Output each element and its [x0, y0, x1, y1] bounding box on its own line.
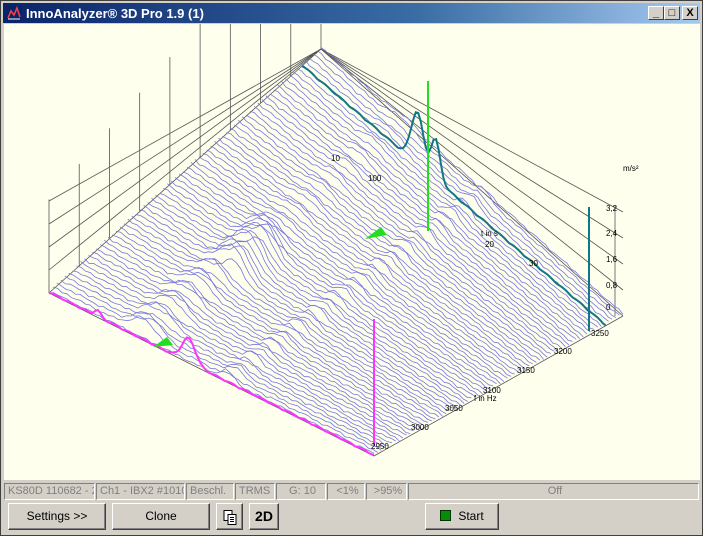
waterfall-line — [76, 265, 400, 442]
waterfall-line — [167, 183, 483, 394]
waterfall-plot[interactable]: m/s² 3,2 2,4 1,6 0,8 0 t in s 10 100 20 30 f in Hz 2… — [4, 0, 700, 480]
waterfall-canvas: m/s² 3,2 2,4 1,6 0,8 0 t in s 10 100 20 30 f in Hz 2… — [48, 0, 639, 457]
waterfall-line — [60, 279, 386, 449]
status-low-threshold: <1% — [327, 483, 365, 500]
analyzer-app-icon — [6, 5, 22, 21]
status-channel: Ch1 - IBX2 #1010 — [96, 483, 185, 500]
window-title: InnoAnalyzer® 3D Pro 1.9 (1) — [26, 6, 204, 21]
amplitude-unit-label: m/s² — [623, 164, 639, 173]
clone-button[interactable]: Clone — [112, 503, 210, 530]
waterfall-line — [64, 275, 389, 447]
amplitude-tick-label: 2,4 — [606, 229, 618, 238]
waterfall-line — [316, 50, 620, 316]
status-mode: Beschl. — [186, 483, 234, 500]
wall-grid-line — [320, 48, 624, 265]
waterfall-line — [72, 270, 396, 442]
waterfall-line — [312, 53, 617, 318]
frequency-tick-label: 3000 — [411, 423, 429, 432]
waterfall-line — [139, 209, 458, 408]
wall-grid-line — [320, 48, 624, 291]
start-button[interactable]: Start — [425, 503, 499, 530]
waterfall-line — [151, 197, 468, 402]
waterfall-line — [206, 149, 519, 373]
waterfall-line — [245, 114, 555, 352]
waterfall-line — [285, 78, 591, 333]
waterfall-line — [265, 95, 573, 342]
time-tick-label: 10 — [331, 154, 340, 163]
amplitude-tick-label: 0,8 — [606, 281, 618, 290]
frequency-tick-label: 2950 — [371, 442, 389, 451]
close-button[interactable]: X — [682, 6, 698, 20]
amplitude-tick-label: 3,2 — [606, 204, 618, 213]
app-window: InnoAnalyzer® 3D Pro 1.9 (1) _ □ X m/s² 3… — [0, 0, 703, 536]
status-high-threshold: >95% — [366, 483, 407, 500]
frequency-tick-label: 3200 — [554, 347, 572, 356]
waterfall-line — [147, 202, 465, 404]
status-trigger: Off — [408, 483, 699, 500]
waterfall-line — [84, 258, 407, 436]
wall-edge — [320, 48, 624, 317]
copy-button[interactable] — [216, 503, 243, 530]
waterfall-line — [143, 204, 461, 406]
view-2d-button[interactable]: 2D — [249, 503, 279, 530]
wall-grid-line — [48, 48, 322, 271]
minimize-button[interactable]: _ — [648, 6, 664, 20]
status-gain: G: 10 — [276, 483, 326, 500]
amplitude-tick-label: 0 — [606, 303, 611, 312]
waterfall-line — [237, 119, 548, 358]
waterfall-line — [261, 99, 570, 346]
waterfall-line — [88, 255, 411, 434]
time-tick-label: 100 — [368, 174, 382, 183]
frequency-axis-label: f in Hz — [474, 394, 497, 403]
frequency-tick-label: 3050 — [445, 404, 463, 413]
waterfall-line — [308, 57, 613, 320]
waterfall-line — [281, 81, 588, 335]
waterfall-line — [178, 173, 494, 387]
title-bar[interactable]: InnoAnalyzer® 3D Pro 1.9 (1) _ □ X — [3, 3, 700, 23]
waterfall-line — [135, 214, 454, 409]
start-button-label: Start — [458, 509, 484, 523]
frequency-tick-label: 3100 — [483, 386, 501, 395]
frequency-tick-label: 3250 — [591, 329, 609, 338]
time-tick-label: 20 — [485, 240, 494, 249]
waterfall-line — [131, 215, 450, 411]
frequency-tick-label: 3150 — [517, 366, 535, 375]
time-tick-label: 30 — [529, 259, 538, 268]
copy-icon — [223, 510, 236, 525]
status-sensor: KS80D 110682 - 2 — [4, 483, 95, 500]
settings-button[interactable]: Settings >> — [8, 503, 106, 530]
waterfall-line — [56, 282, 382, 451]
wall-grid-line — [48, 48, 322, 248]
maximize-button[interactable]: □ — [664, 6, 680, 20]
waterfall-line — [293, 72, 598, 328]
time-axis-label: t in s — [481, 229, 498, 238]
amplitude-tick-label: 1,6 — [606, 255, 618, 264]
status-trms: TRMS — [235, 483, 275, 500]
start-indicator-icon — [440, 510, 452, 521]
waterfall-line — [257, 102, 566, 347]
